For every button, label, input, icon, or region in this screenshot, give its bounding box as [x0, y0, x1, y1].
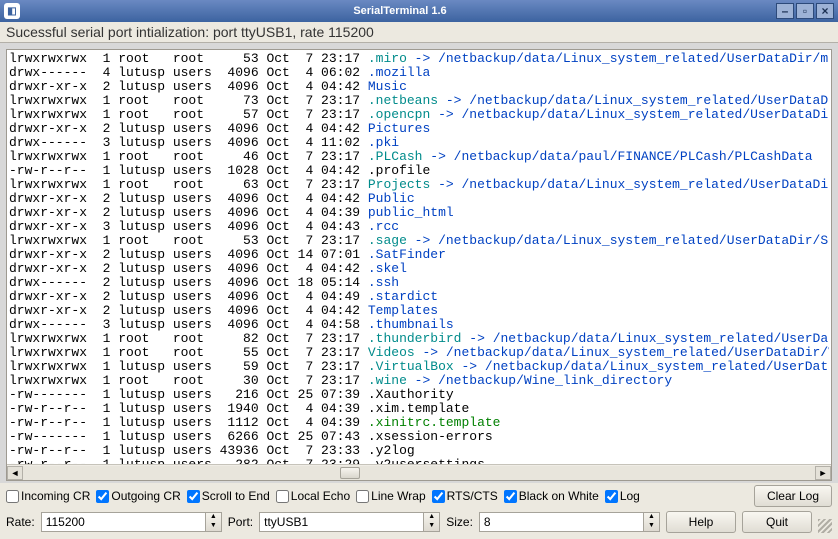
resize-grip[interactable]	[818, 519, 832, 533]
rate-input[interactable]	[41, 512, 206, 532]
size-label: Size:	[446, 515, 473, 529]
output-line: lrwxrwxrwx 1 root root 53 Oct 7 23:17 .s…	[9, 234, 829, 248]
output-line: lrwxrwxrwx 1 lutusp users 59 Oct 7 23:17…	[9, 360, 829, 374]
black-white-checkbox[interactable]: Black on White	[504, 489, 599, 503]
output-line: drwxr-xr-x 2 lutusp users 4096 Oct 4 04:…	[9, 304, 829, 318]
scroll-end-checkbox[interactable]: Scroll to End	[187, 489, 270, 503]
output-line: -rw-r--r-- 1 lutusp users 1112 Oct 4 04:…	[9, 416, 829, 430]
output-line: lrwxrwxrwx 1 root root 53 Oct 7 23:17 .m…	[9, 52, 829, 66]
status-bar: Sucessful serial port intialization: por…	[0, 22, 838, 43]
size-spin-buttons[interactable]: ▲▼	[644, 512, 660, 532]
port-label: Port:	[228, 515, 253, 529]
output-line: lrwxrwxrwx 1 root root 55 Oct 7 23:17 Vi…	[9, 346, 829, 360]
rate-label: Rate:	[6, 515, 35, 529]
scroll-right-button[interactable]: ►	[815, 466, 831, 480]
rate-spinbox[interactable]: ▲▼	[41, 512, 222, 532]
incoming-cr-checkbox[interactable]: Incoming CR	[6, 489, 90, 503]
output-line: lrwxrwxrwx 1 root root 63 Oct 7 23:17 Pr…	[9, 178, 829, 192]
scroll-left-button[interactable]: ◄	[7, 466, 23, 480]
help-button[interactable]: Help	[666, 511, 736, 533]
close-button[interactable]: ×	[816, 3, 834, 19]
terminal-frame: lrwxrwxrwx 1 root root 53 Oct 7 23:17 .m…	[6, 49, 832, 481]
rts-cts-checkbox[interactable]: RTS/CTS	[432, 489, 498, 503]
toolbar: Incoming CR Outgoing CR Scroll to End Lo…	[0, 483, 838, 539]
port-spinbox[interactable]: ▲▼	[259, 512, 440, 532]
port-spin-buttons[interactable]: ▲▼	[424, 512, 440, 532]
clear-log-button[interactable]: Clear Log	[754, 485, 832, 507]
output-line: drwx------ 3 lutusp users 4096 Oct 4 04:…	[9, 318, 829, 332]
output-line: -rw-r--r-- 1 lutusp users 1028 Oct 4 04:…	[9, 164, 829, 178]
output-line: lrwxrwxrwx 1 root root 73 Oct 7 23:17 .n…	[9, 94, 829, 108]
output-line: -rw-r--r-- 1 lutusp users 1940 Oct 4 04:…	[9, 402, 829, 416]
horizontal-scrollbar[interactable]: ◄ ►	[7, 464, 831, 480]
output-line: drwxr-xr-x 2 lutusp users 4096 Oct 4 04:…	[9, 80, 829, 94]
output-line: -rw------- 1 lutusp users 216 Oct 25 07:…	[9, 388, 829, 402]
rate-spin-buttons[interactable]: ▲▼	[206, 512, 222, 532]
output-line: drwx------ 4 lutusp users 4096 Oct 4 06:…	[9, 66, 829, 80]
log-checkbox[interactable]: Log	[605, 489, 640, 503]
local-echo-checkbox[interactable]: Local Echo	[276, 489, 350, 503]
window-title: SerialTerminal 1.6	[26, 5, 774, 17]
titlebar: ◧ SerialTerminal 1.6 – ▫ ×	[0, 0, 838, 22]
output-line: drwx------ 2 lutusp users 4096 Oct 18 05…	[9, 276, 829, 290]
maximize-button[interactable]: ▫	[796, 3, 814, 19]
output-line: drwx------ 3 lutusp users 4096 Oct 4 11:…	[9, 136, 829, 150]
scroll-track[interactable]	[23, 466, 815, 480]
app-icon: ◧	[4, 3, 20, 19]
line-wrap-checkbox[interactable]: Line Wrap	[356, 489, 425, 503]
output-line: drwxr-xr-x 2 lutusp users 4096 Oct 4 04:…	[9, 290, 829, 304]
output-line: drwxr-xr-x 2 lutusp users 4096 Oct 4 04:…	[9, 122, 829, 136]
output-line: lrwxrwxrwx 1 root root 46 Oct 7 23:17 .P…	[9, 150, 829, 164]
outgoing-cr-checkbox[interactable]: Outgoing CR	[96, 489, 180, 503]
output-line: drwxr-xr-x 3 lutusp users 4096 Oct 4 04:…	[9, 220, 829, 234]
output-line: drwxr-xr-x 2 lutusp users 4096 Oct 4 04:…	[9, 206, 829, 220]
output-line: -rw-r--r-- 1 lutusp users 43936 Oct 7 23…	[9, 444, 829, 458]
size-input[interactable]	[479, 512, 644, 532]
output-line: -rw------- 1 lutusp users 6266 Oct 25 07…	[9, 430, 829, 444]
output-line: lrwxrwxrwx 1 root root 30 Oct 7 23:17 .w…	[9, 374, 829, 388]
scroll-thumb[interactable]	[340, 467, 360, 479]
size-spinbox[interactable]: ▲▼	[479, 512, 660, 532]
quit-button[interactable]: Quit	[742, 511, 812, 533]
minimize-button[interactable]: –	[776, 3, 794, 19]
output-line: lrwxrwxrwx 1 root root 82 Oct 7 23:17 .t…	[9, 332, 829, 346]
port-input[interactable]	[259, 512, 424, 532]
terminal-output[interactable]: lrwxrwxrwx 1 root root 53 Oct 7 23:17 .m…	[7, 50, 831, 464]
output-line: lrwxrwxrwx 1 root root 57 Oct 7 23:17 .o…	[9, 108, 829, 122]
output-line: drwxr-xr-x 2 lutusp users 4096 Oct 14 07…	[9, 248, 829, 262]
output-line: drwxr-xr-x 2 lutusp users 4096 Oct 4 04:…	[9, 192, 829, 206]
output-line: drwxr-xr-x 2 lutusp users 4096 Oct 4 04:…	[9, 262, 829, 276]
